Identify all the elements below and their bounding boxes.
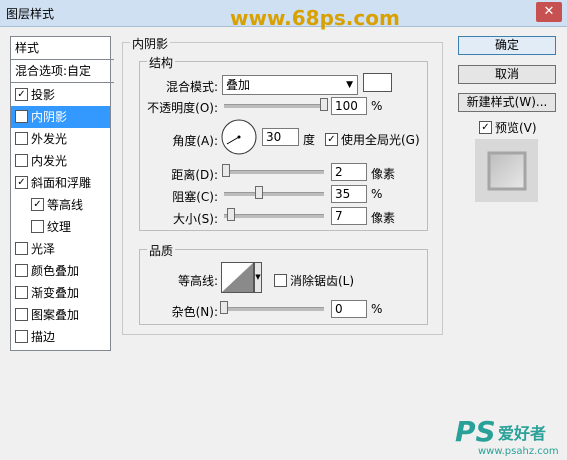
noise-label: 杂色(N): [171, 305, 218, 319]
style-item-checkbox[interactable] [15, 264, 28, 277]
window-title: 图层样式 [6, 7, 55, 21]
distance-slider-thumb[interactable] [222, 164, 230, 177]
choke-label: 阻塞(C): [172, 190, 218, 204]
choke-unit: % [371, 187, 383, 201]
style-item[interactable]: 渐变叠加 [11, 282, 110, 304]
style-item-label: 等高线 [47, 198, 84, 212]
style-item-label: 图案叠加 [31, 308, 80, 322]
opacity-slider-thumb[interactable] [320, 98, 328, 111]
size-unit: 像素 [371, 211, 396, 225]
style-item[interactable]: ✓ 投影 [11, 84, 110, 106]
global-light-checkbox[interactable]: ✓ [325, 133, 338, 146]
style-item-checkbox[interactable] [15, 330, 28, 343]
style-item-checkbox[interactable] [15, 308, 28, 321]
distance-unit: 像素 [371, 167, 396, 181]
noise-slider-track[interactable] [224, 307, 324, 311]
contour-label: 等高线: [177, 274, 218, 288]
choke-slider-thumb[interactable] [255, 186, 263, 199]
global-light-checkbox-row[interactable]: ✓ 使用全局光(G) [325, 131, 420, 148]
size-slider-thumb[interactable] [227, 208, 235, 221]
shadow-color-swatch[interactable] [363, 73, 392, 92]
style-item-checkbox[interactable]: ✓ [15, 88, 28, 101]
preview-checkbox[interactable]: ✓ [479, 121, 492, 134]
noise-slider-thumb[interactable] [220, 301, 228, 314]
antialias-checkbox[interactable] [274, 274, 287, 287]
distance-input[interactable]: 2 [331, 163, 367, 181]
cancel-button[interactable]: 取消 [458, 65, 556, 84]
style-item-checkbox[interactable] [15, 132, 28, 145]
style-item[interactable]: 光泽 [11, 238, 110, 260]
blend-mode-value: 叠加 [226, 78, 251, 92]
style-item-checkbox[interactable]: ✓ [31, 198, 44, 211]
size-input[interactable]: 7 [331, 207, 367, 225]
chevron-down-icon: ▼ [346, 80, 353, 90]
quality-title: 品质 [147, 242, 176, 259]
style-item-label: 纹理 [47, 220, 72, 234]
distance-slider-track[interactable] [224, 170, 324, 174]
style-item[interactable]: 内发光 [11, 150, 110, 172]
style-item-checkbox[interactable]: ✓ [15, 110, 28, 123]
style-item[interactable]: ✓ 斜面和浮雕 [11, 172, 110, 194]
opacity-unit: % [371, 99, 383, 113]
choke-slider-track[interactable] [224, 192, 324, 196]
new-style-button[interactable]: 新建样式(W)... [458, 93, 556, 112]
style-item-checkbox[interactable] [15, 154, 28, 167]
contour-preview-icon [221, 262, 254, 293]
styles-header[interactable]: 样式 [11, 37, 114, 60]
antialias-label: 消除锯齿(L) [290, 274, 355, 288]
style-item[interactable]: ✓ 内阴影 [11, 106, 110, 128]
size-label: 大小(S): [172, 212, 218, 226]
preview-checkbox-row[interactable]: ✓ 预览(V) [479, 119, 537, 136]
style-item[interactable]: 描边 [11, 326, 110, 348]
brand-logo-cn: 爱好者 [498, 424, 547, 443]
global-light-label: 使用全局光(G) [341, 133, 420, 147]
opacity-label: 不透明度(O): [147, 101, 218, 115]
opacity-input[interactable]: 100 [331, 97, 367, 115]
style-item[interactable]: 颜色叠加 [11, 260, 110, 282]
style-item[interactable]: 图案叠加 [11, 304, 110, 326]
style-preview-thumbnail [475, 139, 538, 202]
style-item-label: 外发光 [31, 132, 68, 146]
noise-unit: % [371, 302, 383, 316]
choke-input[interactable]: 35 [331, 185, 367, 203]
angle-label: 角度(A): [172, 134, 218, 148]
contour-picker[interactable]: ▼ [221, 262, 262, 293]
brand-logo: PS [455, 415, 496, 448]
style-item-checkbox[interactable] [15, 242, 28, 255]
watermark-text: www.68ps.com [230, 6, 400, 30]
noise-input[interactable]: 0 [331, 300, 367, 318]
contour-dropdown-icon[interactable]: ▼ [254, 262, 262, 293]
angle-input[interactable]: 30 [262, 128, 299, 146]
style-item-label: 光泽 [31, 242, 56, 256]
blend-mode-label: 混合模式: [165, 80, 218, 94]
style-item-label: 斜面和浮雕 [31, 176, 92, 190]
angle-unit: 度 [303, 133, 316, 147]
ok-button[interactable]: 确定 [458, 36, 556, 55]
preview-label: 预览(V) [495, 121, 537, 135]
style-item-label: 投影 [31, 88, 56, 102]
style-item[interactable]: 纹理 [11, 216, 110, 238]
style-item-label: 内发光 [31, 154, 68, 168]
inner-shadow-title: 内阴影 [130, 35, 171, 52]
opacity-slider-track[interactable] [224, 104, 324, 108]
style-item[interactable]: 外发光 [11, 128, 110, 150]
antialias-checkbox-row[interactable]: 消除锯齿(L) [274, 272, 354, 289]
style-item-checkbox[interactable] [31, 220, 44, 233]
style-item-checkbox[interactable]: ✓ [15, 176, 28, 189]
blend-options-item[interactable]: 混合选项:自定 [11, 60, 114, 83]
style-item-label: 颜色叠加 [31, 264, 80, 278]
structure-title: 结构 [147, 54, 176, 71]
distance-label: 距离(D): [171, 168, 218, 182]
angle-dial[interactable] [220, 118, 258, 156]
style-item[interactable]: ✓ 等高线 [11, 194, 110, 216]
styles-list: 样式 混合选项:自定 ✓ 投影 ✓ 内阴影 外发光 内发光 ✓ 斜面和浮雕 ✓ 等高线 纹理 光泽 颜色… [10, 36, 114, 351]
close-button[interactable]: ✕ [536, 2, 562, 22]
style-item-checkbox[interactable] [15, 286, 28, 299]
style-item-label: 渐变叠加 [31, 286, 80, 300]
style-item-label: 描边 [31, 330, 56, 344]
style-item-label: 内阴影 [31, 110, 68, 124]
blend-mode-select[interactable]: 叠加 ▼ [222, 75, 358, 95]
brand-url: www.psahz.com [478, 446, 559, 457]
size-slider-track[interactable] [224, 214, 324, 218]
